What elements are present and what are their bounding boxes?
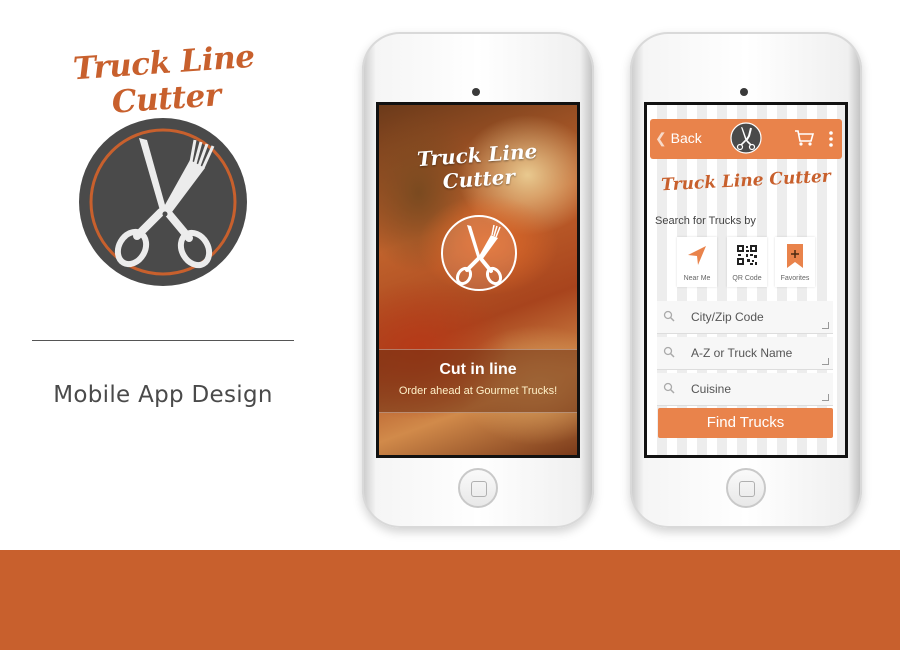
favorites-label: Favorites [780, 275, 810, 282]
truck-name-placeholder: A-Z or Truck Name [691, 346, 793, 360]
back-button-label: Back [670, 130, 702, 146]
phone-camera [472, 88, 480, 96]
top-bar: ❮ Back [650, 119, 842, 159]
knife-fork-scissors-icon [79, 118, 247, 286]
more-vertical-icon[interactable] [828, 129, 834, 149]
location-arrow-icon [688, 246, 706, 265]
brand-wordmark: Truck Line Cutter [71, 38, 256, 121]
home-button[interactable] [726, 468, 766, 508]
near-me-label: Near Me [683, 275, 711, 282]
city-zip-field[interactable]: City/Zip Code [657, 301, 833, 334]
cuisine-placeholder: Cuisine [691, 382, 732, 396]
home-button[interactable] [458, 468, 498, 508]
phone-camera [740, 88, 748, 96]
favorites-button[interactable]: Favorites [775, 237, 815, 287]
qr-code-button[interactable]: QR Code [727, 237, 767, 287]
splash-screen: Truck Line Cutter Cut in line Order ahea… [376, 102, 580, 458]
city-zip-placeholder: City/Zip Code [691, 310, 764, 324]
footer-band [0, 550, 900, 650]
phone-mockup-search: ❮ Back Truck Line Cutter Search for Truc… [630, 32, 862, 528]
splash-headline: Cut in line [439, 361, 517, 378]
bookmark-plus-icon [787, 244, 803, 268]
search-icon [663, 310, 675, 322]
truck-name-field[interactable]: A-Z or Truck Name [657, 337, 833, 370]
search-icon [663, 346, 675, 358]
cart-icon[interactable] [794, 129, 814, 147]
knife-fork-scissors-icon [441, 215, 517, 291]
splash-subheadline: Order ahead at Gourmet Trucks! [398, 385, 558, 397]
phone-mockup-splash: Truck Line Cutter Cut in line Order ahea… [362, 32, 594, 528]
dropdown-corner-icon [822, 322, 829, 329]
tagline: Mobile App Design [53, 382, 273, 408]
cuisine-field[interactable]: Cuisine [657, 373, 833, 406]
near-me-button[interactable]: Near Me [677, 237, 717, 287]
divider [32, 340, 294, 341]
search-brand-title: Truck Line Cutter [660, 166, 832, 196]
qr-code-label: QR Code [732, 275, 762, 282]
find-trucks-button[interactable]: Find Trucks [658, 408, 833, 438]
back-button[interactable]: ❮ Back [655, 130, 702, 147]
qr-code-icon [737, 245, 757, 265]
dropdown-corner-icon [822, 394, 829, 401]
search-by-label: Search for Trucks by [655, 215, 756, 227]
splash-title: Truck Line Cutter [416, 138, 539, 194]
search-screen: ❮ Back Truck Line Cutter Search for Truc… [644, 102, 848, 458]
search-icon [663, 382, 675, 394]
chevron-left-icon: ❮ [655, 130, 667, 146]
knife-fork-scissors-icon[interactable] [730, 122, 762, 154]
splash-banner [379, 349, 577, 413]
dropdown-corner-icon [822, 358, 829, 365]
